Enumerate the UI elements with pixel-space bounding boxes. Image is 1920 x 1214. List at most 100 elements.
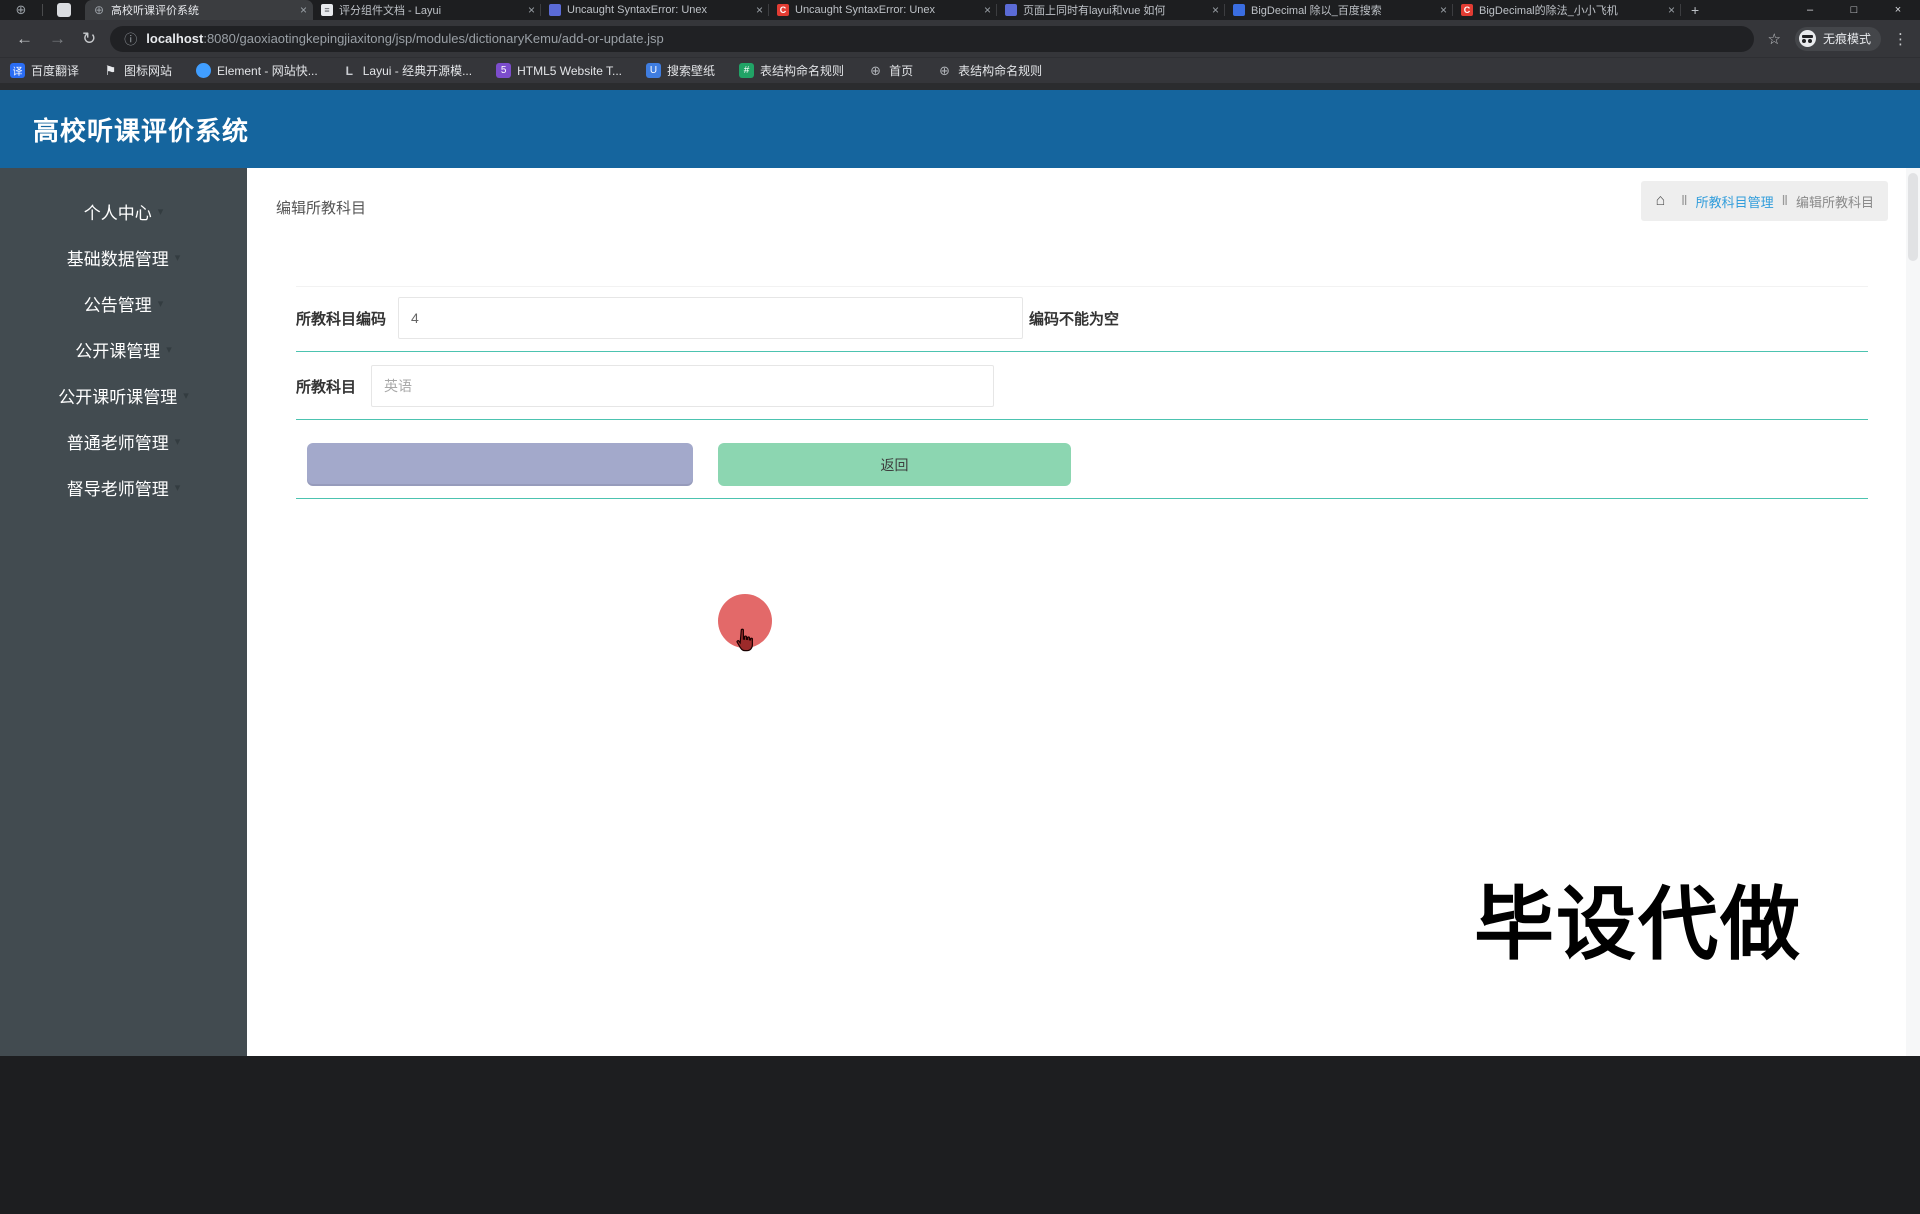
bookmark-label: Layui - 经典开源模... <box>362 64 473 78</box>
sidebar-item-label: 督导老师管理 <box>66 479 169 499</box>
refresh-button[interactable]: ↻ <box>82 29 96 49</box>
sidebar-item-label: 公开课管理 <box>75 341 161 361</box>
tab-close-icon[interactable]: × <box>756 3 763 17</box>
bookmark-item[interactable]: ⊕ 首页 <box>868 62 913 79</box>
chevron-down-icon: ▾ <box>183 389 189 402</box>
chevron-down-icon: ▾ <box>157 205 164 218</box>
new-tab-button[interactable]: + <box>1691 2 1699 18</box>
tab-title: 评分组件文档 - Layui <box>339 5 442 17</box>
bookmark-star-icon[interactable]: ☆ <box>1768 30 1781 48</box>
tab-favicon <box>549 4 561 16</box>
browser-menu-icon[interactable]: ⋮ <box>1893 30 1908 48</box>
bookmark-label: 表结构命名规则 <box>760 64 845 78</box>
sidebar-item[interactable]: 普通老师管理 ▾ <box>0 422 247 460</box>
browser-logo-icon[interactable]: ⊕ <box>12 1 30 19</box>
chevron-down-icon: ▾ <box>174 435 181 448</box>
row-divider <box>296 419 1868 420</box>
breadcrumb-separator: Ⅱ <box>1781 193 1788 208</box>
app-title: 高校听课评价系统 <box>33 115 250 146</box>
tab-title: BigDecimal 除以_百度搜索 <box>1251 5 1382 17</box>
form-row-code: 所教科目编码 编码不能为空 <box>296 287 1868 339</box>
bookmark-label: 首页 <box>889 64 914 78</box>
window-minimize-button[interactable]: – <box>1788 0 1832 20</box>
bookmark-label: 图标网站 <box>124 64 173 78</box>
page-top-gap <box>0 83 1920 90</box>
tab-close-icon[interactable]: × <box>1440 3 1447 17</box>
back-to-list-button[interactable]: 返回 <box>718 443 1071 486</box>
home-icon[interactable]: ⌂ <box>1655 192 1665 210</box>
main-content: ⌂ Ⅱ 所教科目管理 Ⅱ 编辑所教科目 编辑所教科目 所教科目编码 编码不能为空… <box>247 168 1920 1056</box>
browser-tab[interactable]: BigDecimal 除以_百度搜索 × <box>1225 0 1453 20</box>
bookmark-item[interactable]: 5 HTML5 Website T... <box>496 63 622 78</box>
tab-search-icon[interactable] <box>57 3 71 17</box>
site-info-icon[interactable]: ⓘ <box>124 29 137 48</box>
scrollbar[interactable] <box>1906 168 1920 1056</box>
breadcrumb-separator: Ⅱ <box>1681 193 1688 208</box>
tab-favicon: C <box>777 4 789 16</box>
forward-button[interactable]: → <box>49 29 66 49</box>
window-controls: – □ × <box>1788 0 1920 20</box>
tab-close-icon[interactable]: × <box>300 3 307 17</box>
bookmark-favicon: U <box>646 63 662 78</box>
bookmark-label: Element - 网站快... <box>217 64 318 78</box>
tab-title: 高校听课评价系统 <box>111 5 199 17</box>
sidebar-item[interactable]: 公开课管理 ▾ <box>0 330 247 368</box>
incognito-label: 无痕模式 <box>1822 32 1871 46</box>
browser-tab[interactable]: 页面上同时有layui和vue 如何 × <box>997 0 1225 20</box>
sidebar-item-label: 个人中心 <box>83 203 152 223</box>
click-ripple <box>718 594 772 652</box>
bookmark-favicon: ⚑ <box>104 62 117 78</box>
browser-tab[interactable]: C BigDecimal的除法_小小飞机 × <box>1453 0 1681 20</box>
tab-close-icon[interactable]: × <box>1212 3 1219 17</box>
browser-tab[interactable]: ⊕ 高校听课评价系统 × <box>85 0 313 20</box>
subject-name-input[interactable] <box>371 365 995 407</box>
address-bar[interactable]: ⓘ localhost:8080/gaoxiaotingkepingjiaxit… <box>110 25 1754 52</box>
breadcrumb-section-link[interactable]: 所教科目管理 <box>1696 192 1774 211</box>
subject-name-label: 所教科目 <box>296 378 357 396</box>
bookmark-favicon: ⊕ <box>939 62 951 78</box>
window-close-button[interactable]: × <box>1876 0 1920 20</box>
bookmark-item[interactable]: ⚑ 图标网站 <box>103 62 172 79</box>
chevron-down-icon: ▾ <box>174 251 181 264</box>
tab-favicon <box>1233 4 1245 16</box>
bookmark-item[interactable]: 译 百度翻译 <box>10 62 79 79</box>
bookmark-item[interactable]: Element - 网站快... <box>196 62 318 79</box>
breadcrumb: ⌂ Ⅱ 所教科目管理 Ⅱ 编辑所教科目 <box>1641 181 1888 221</box>
sidebar-item[interactable]: 公告管理 ▾ <box>0 284 247 322</box>
tab-favicon <box>1005 4 1017 16</box>
bookmark-item[interactable]: U 搜索壁纸 <box>646 62 715 79</box>
sidebar-item[interactable]: 督导老师管理 ▾ <box>0 468 247 506</box>
sidebar-item[interactable]: 基础数据管理 ▾ <box>0 238 247 276</box>
submit-button[interactable] <box>307 443 693 486</box>
edit-subject-form: 所教科目编码 编码不能为空 所教科目 返回 <box>296 286 1868 499</box>
bookmark-favicon: 译 <box>10 63 25 78</box>
sidebar-item[interactable]: 个人中心 ▾ <box>0 192 247 230</box>
app-header: 高校听课评价系统 <box>0 90 1920 241</box>
chevron-down-icon: ▾ <box>174 481 181 494</box>
subject-code-label: 所教科目编码 <box>296 310 387 328</box>
tab-close-icon[interactable]: × <box>984 3 991 17</box>
bookmark-favicon: L <box>345 63 353 78</box>
tab-close-icon[interactable]: × <box>528 3 535 17</box>
bookmark-item[interactable]: L Layui - 经典开源模... <box>342 62 473 79</box>
window-maximize-button[interactable]: □ <box>1832 0 1876 20</box>
browser-tab[interactable]: C Uncaught SyntaxError: Unex × <box>769 0 997 20</box>
subject-code-input[interactable] <box>398 297 1024 339</box>
scrollbar-thumb[interactable] <box>1908 173 1918 261</box>
form-row-subject: 所教科目 <box>296 365 1868 407</box>
tab-title: BigDecimal的除法_小小飞机 <box>1479 5 1618 17</box>
back-button[interactable]: ← <box>16 29 33 49</box>
browser-tab[interactable]: Uncaught SyntaxError: Unex × <box>541 0 769 20</box>
bookmark-item[interactable]: ⊕ 表结构命名规则 <box>937 62 1042 79</box>
browser-tab[interactable]: ≡ 评分组件文档 - Layui × <box>313 0 541 20</box>
tab-close-icon[interactable]: × <box>1668 3 1675 17</box>
bookmark-favicon <box>196 63 212 78</box>
url-path: :8080/gaoxiaotingkepingjiaxitong/jsp/mod… <box>203 31 664 46</box>
sidebar-item-label: 公开课听课管理 <box>58 387 178 407</box>
sidebar-item[interactable]: 公开课听课管理 ▾ <box>0 376 247 414</box>
chevron-down-icon: ▾ <box>157 297 164 310</box>
url-text[interactable]: localhost:8080/gaoxiaotingkepingjiaxiton… <box>146 31 663 46</box>
bookmarks-bar: 译 百度翻译 ⚑ 图标网站 Element - 网站快... L Layui -… <box>0 57 1920 83</box>
bookmark-item[interactable]: # 表结构命名规则 <box>739 62 844 79</box>
bookmark-label: HTML5 Website T... <box>517 63 623 78</box>
